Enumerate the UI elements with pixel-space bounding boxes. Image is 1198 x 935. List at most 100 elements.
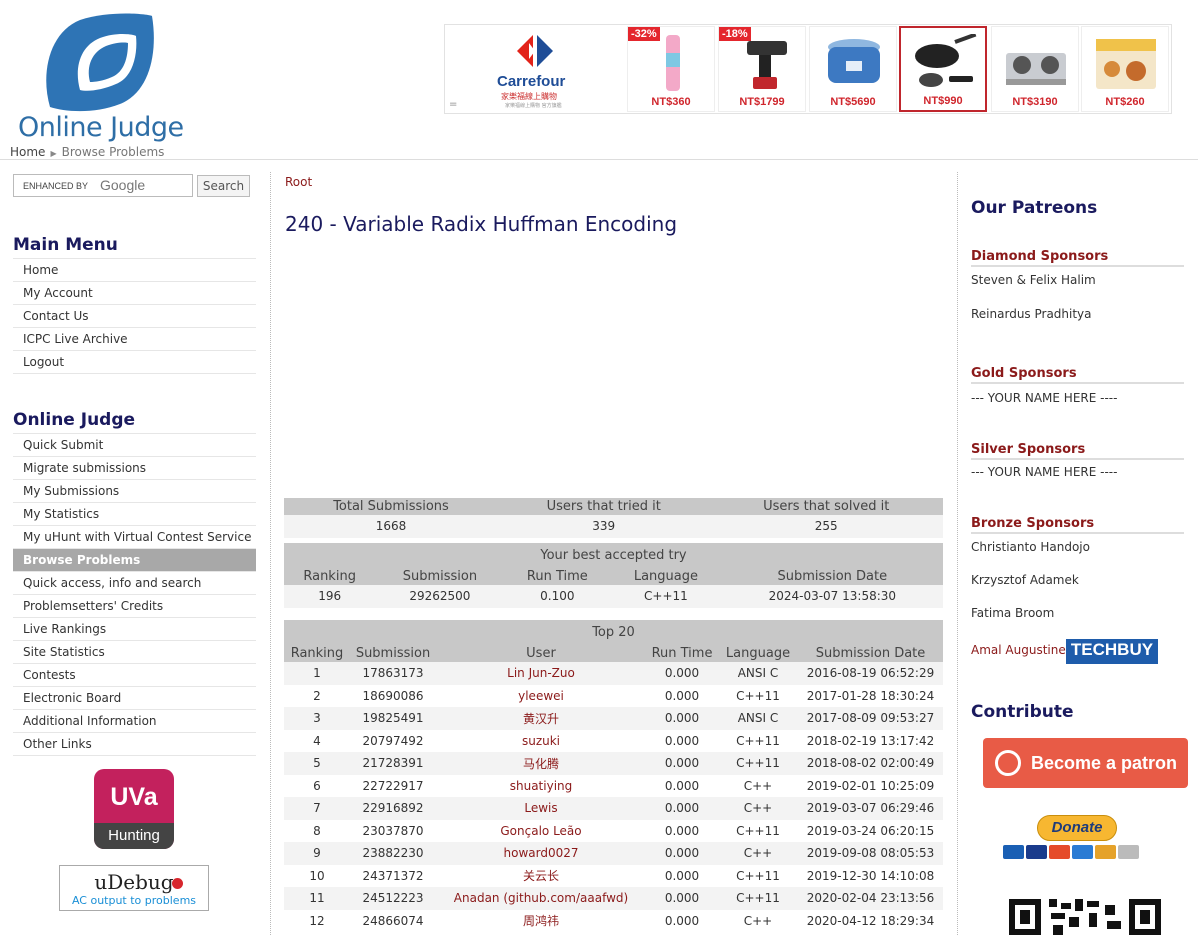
oj-menu-item[interactable]: Quick access, info and search bbox=[13, 572, 256, 595]
root-link[interactable]: Root bbox=[285, 175, 312, 189]
breadcrumb-current: Browse Problems bbox=[61, 145, 165, 159]
main-menu-item[interactable]: Logout bbox=[13, 351, 256, 374]
oj-menu-item[interactable]: Other Links bbox=[13, 733, 256, 756]
submission-cell: 17863173 bbox=[350, 662, 436, 685]
ad-brand-sub2: 家樂福線上購物 官方旗艦 bbox=[505, 103, 562, 109]
top20-header: Ranking bbox=[284, 645, 350, 662]
ad-item-price: NT$5690 bbox=[830, 96, 876, 108]
language-cell: C++11 bbox=[718, 864, 798, 887]
oj-menu-item[interactable]: My Statistics bbox=[13, 503, 256, 526]
main-menu-item[interactable]: Contact Us bbox=[13, 305, 256, 328]
language-cell: C++11 bbox=[718, 684, 798, 707]
user-link[interactable]: Anadan (github.com/aaafwd) bbox=[436, 887, 646, 910]
udebug-badge[interactable]: uDebug AC output to problems bbox=[59, 865, 209, 911]
stats-header: Users that tried it bbox=[498, 498, 710, 515]
table-row: 11 24512223 Anadan (github.com/aaafwd) 0.00… bbox=[284, 887, 943, 910]
date-cell: 2017-01-28 18:30:24 bbox=[798, 684, 943, 707]
submission-cell: 21728391 bbox=[350, 752, 436, 775]
oj-menu-item[interactable]: Migrate submissions bbox=[13, 457, 256, 480]
main-menu-item[interactable]: Home bbox=[13, 259, 256, 282]
uva-badge-subtitle: Hunting bbox=[94, 823, 174, 849]
table-row: 6 22722917 shuatiying 0.000 C++ 2019-02-01 10… bbox=[284, 774, 943, 797]
oj-menu-item[interactable]: Live Rankings bbox=[13, 618, 256, 641]
rice-cooker-icon bbox=[828, 39, 880, 83]
ad-item-selected[interactable]: NT$990 bbox=[899, 26, 987, 112]
user-link[interactable]: 周鸿祎 bbox=[436, 909, 646, 932]
ad-item[interactable]: NT$5690 bbox=[809, 26, 897, 112]
user-link[interactable]: howard0027 bbox=[436, 842, 646, 865]
runtime-cell: 0.000 bbox=[646, 684, 718, 707]
runtime-cell: 0.000 bbox=[646, 842, 718, 865]
uva-hunting-badge[interactable]: UVa Hunting bbox=[94, 769, 174, 849]
main-menu-item[interactable]: My Account bbox=[13, 282, 256, 305]
ad-brand-name: Carrefour bbox=[497, 73, 566, 90]
user-link[interactable]: shuatiying bbox=[436, 774, 646, 797]
become-patron-button[interactable]: Become a patron bbox=[983, 738, 1188, 788]
ad-item[interactable]: -32% NT$360 bbox=[627, 26, 715, 112]
sponsor-name: Steven & Felix Halim bbox=[971, 273, 1096, 287]
user-link[interactable]: 马化腾 bbox=[436, 752, 646, 775]
user-link[interactable]: Lewis bbox=[436, 797, 646, 820]
stats-value: 255 bbox=[709, 515, 943, 538]
rank-cell: 2 bbox=[284, 684, 350, 707]
language-cell: C++11 bbox=[718, 887, 798, 910]
oj-menu-item[interactable]: Additional Information bbox=[13, 710, 256, 733]
diamond-sponsors-title: Diamond Sponsors bbox=[971, 249, 1184, 267]
oj-menu-item[interactable]: Problemsetters' Credits bbox=[13, 595, 256, 618]
language-cell: C++ bbox=[718, 842, 798, 865]
user-link[interactable]: suzuki bbox=[436, 729, 646, 752]
runtime-cell: 0.000 bbox=[646, 819, 718, 842]
oj-menu-item[interactable]: Electronic Board bbox=[13, 687, 256, 710]
breadcrumb-home[interactable]: Home bbox=[10, 145, 45, 159]
user-link[interactable]: yleewei bbox=[436, 684, 646, 707]
techbuy-logo[interactable]: TECHBUY bbox=[1066, 639, 1158, 664]
search-input[interactable]: ENHANCED BY Google bbox=[13, 174, 193, 197]
submission-cell: 24512223 bbox=[350, 887, 436, 910]
rank-cell: 4 bbox=[284, 729, 350, 752]
ad-item[interactable]: NT$3190 bbox=[991, 26, 1079, 112]
ad-item[interactable]: NT$260 bbox=[1081, 26, 1169, 112]
main-content: Root 240 - Variable Radix Huffman Encodi… bbox=[284, 160, 944, 935]
top20-header: User bbox=[436, 645, 646, 662]
runtime-cell: 0.000 bbox=[646, 864, 718, 887]
ad-brand-sub: 家樂福線上購物 bbox=[501, 92, 557, 101]
best-try-submission: 29262500 bbox=[375, 585, 505, 608]
top20-header: Language bbox=[718, 645, 798, 662]
user-link[interactable]: 关云长 bbox=[436, 864, 646, 887]
payment-cards-icon bbox=[1003, 845, 1148, 861]
best-try-date: 2024-03-07 13:58:30 bbox=[721, 585, 943, 608]
qr-code-icon[interactable] bbox=[989, 893, 1167, 935]
user-link[interactable]: Gonçalo Leão bbox=[436, 819, 646, 842]
oj-menu-item[interactable]: Quick Submit bbox=[13, 434, 256, 457]
advertisement-banner[interactable]: Carrefour 家樂福線上購物 家樂福線上購物 官方旗艦 = -32% NT… bbox=[444, 24, 1172, 114]
main-menu-item[interactable]: ICPC Live Archive bbox=[13, 328, 256, 351]
ad-menu-icon[interactable]: = bbox=[449, 99, 457, 110]
donate-button[interactable]: Donate bbox=[1037, 815, 1117, 841]
language-cell: ANSI C bbox=[718, 662, 798, 685]
oj-menu-item[interactable]: Site Statistics bbox=[13, 641, 256, 664]
date-cell: 2019-12-30 14:10:08 bbox=[798, 864, 943, 887]
ad-item-price: NT$990 bbox=[923, 95, 963, 107]
submission-cell: 24371372 bbox=[350, 864, 436, 887]
main-menu-title: Main Menu bbox=[13, 235, 118, 255]
oj-menu-item[interactable]: My uHunt with Virtual Contest Service bbox=[13, 526, 256, 549]
user-link[interactable]: Lin Jun-Zuo bbox=[436, 662, 646, 685]
patreon-icon bbox=[995, 750, 1021, 776]
language-cell: ANSI C bbox=[718, 707, 798, 730]
oj-menu: Quick Submit Migrate submissions My Subm… bbox=[13, 433, 256, 756]
user-link[interactable]: 黄汉升 bbox=[436, 707, 646, 730]
problem-title[interactable]: 240 - Variable Radix Huffman Encoding bbox=[285, 212, 677, 236]
ad-item[interactable]: -18% NT$1799 bbox=[718, 26, 806, 112]
stats-header: Users that solved it bbox=[709, 498, 943, 515]
search-button[interactable]: Search bbox=[197, 175, 250, 197]
oj-menu-item[interactable]: My Submissions bbox=[13, 480, 256, 503]
runtime-cell: 0.000 bbox=[646, 707, 718, 730]
oj-menu-item[interactable]: Contests bbox=[13, 664, 256, 687]
best-try-ranking: 196 bbox=[284, 585, 376, 608]
runtime-cell: 0.000 bbox=[646, 752, 718, 775]
oj-menu-item-active[interactable]: Browse Problems bbox=[13, 549, 256, 572]
ad-brand[interactable]: Carrefour 家樂福線上購物 家樂福線上購物 官方旗艦 = bbox=[445, 25, 625, 113]
gas-stove-icon bbox=[1006, 53, 1066, 85]
sponsor-link[interactable]: Amal Augustine bbox=[971, 643, 1066, 657]
submission-cell: 23037870 bbox=[350, 819, 436, 842]
